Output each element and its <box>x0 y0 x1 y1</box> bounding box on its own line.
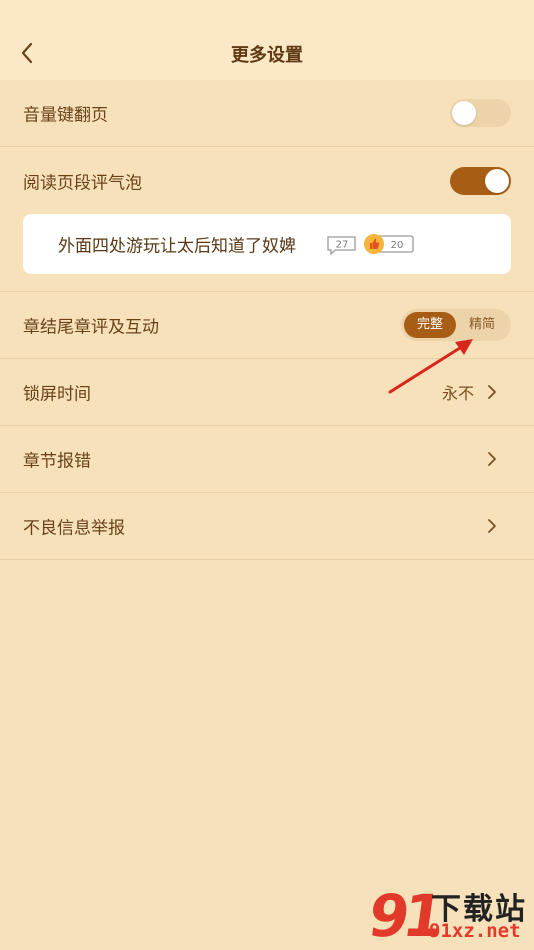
toggle-knob <box>452 101 476 125</box>
watermark-url: 91xz.net <box>429 920 521 942</box>
preview-text: 外面四处游玩让太后知道了奴婢 <box>58 236 296 257</box>
like-icon: 20 <box>364 234 414 254</box>
setting-volume-page-turn: 音量键翻页 <box>0 80 534 147</box>
page-title: 更多设置 <box>231 45 303 66</box>
paragraph-bubble-label: 阅读页段评气泡 <box>23 173 142 194</box>
annotation-arrow-icon <box>388 339 473 394</box>
setting-report-error[interactable]: 章节报错 <box>0 426 534 493</box>
comment-bubble-icon: 27 <box>327 236 356 255</box>
paragraph-bubble-toggle[interactable] <box>450 167 511 195</box>
chapter-end-label: 章结尾章评及互动 <box>23 317 159 338</box>
header-bar: 更多设置 <box>0 0 534 80</box>
bubble-preview-card: 外面四处游玩让太后知道了奴婢 27 20 <box>23 214 511 274</box>
setting-report-bad-info[interactable]: 不良信息举报 <box>0 493 534 560</box>
lock-screen-label: 锁屏时间 <box>23 384 91 405</box>
chevron-right-icon <box>488 519 496 533</box>
watermark-logo: 91 下载站 91xz.net <box>359 878 534 950</box>
volume-page-turn-label: 音量键翻页 <box>23 105 108 126</box>
report-error-label: 章节报错 <box>23 451 91 472</box>
like-count: 20 <box>391 240 404 251</box>
toggle-knob <box>485 169 509 193</box>
setting-paragraph-bubble: 阅读页段评气泡 外面四处游玩让太后知道了奴婢 27 20 <box>0 147 534 292</box>
chevron-right-icon <box>488 385 496 399</box>
chevron-right-icon <box>488 452 496 466</box>
volume-page-turn-toggle[interactable] <box>450 99 511 127</box>
report-bad-info-label: 不良信息举报 <box>23 518 125 539</box>
comment-count: 27 <box>336 240 349 251</box>
